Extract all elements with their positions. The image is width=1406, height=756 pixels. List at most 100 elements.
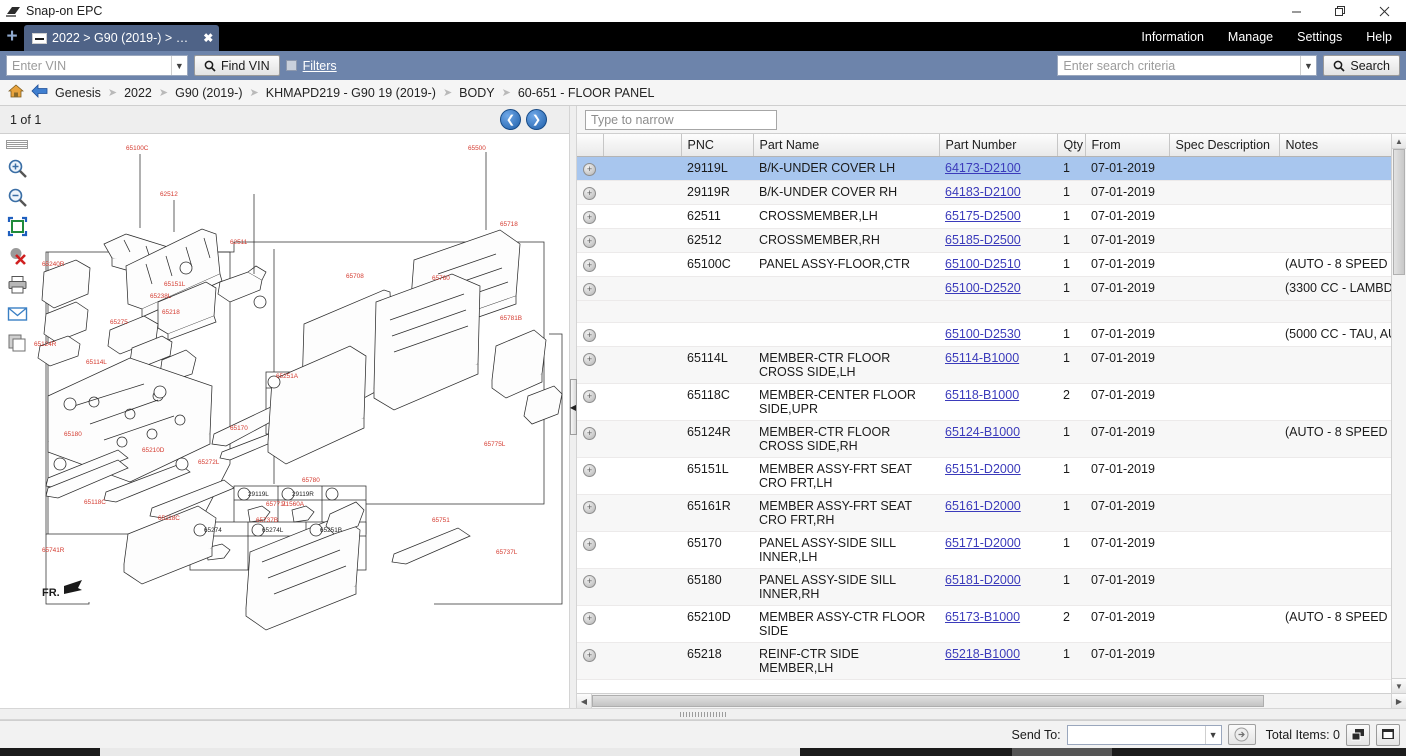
part-number-link[interactable]: 65151-D2000: [945, 462, 1021, 476]
row-part-number[interactable]: 65173-B1000: [939, 605, 1057, 642]
tab-catalog[interactable]: 2022 > G90 (2019-) > … ✖: [24, 25, 219, 51]
hscroll-thumb[interactable]: [592, 695, 1264, 707]
part-number-link[interactable]: 65161-D2000: [945, 499, 1021, 513]
row-part-number[interactable]: 65100-D2530: [939, 322, 1057, 346]
search-button[interactable]: Search: [1323, 55, 1400, 76]
row-part-number[interactable]: 65185-D2500: [939, 228, 1057, 252]
expand-row-icon[interactable]: +: [583, 353, 596, 366]
row-expand-cell[interactable]: +: [577, 252, 603, 276]
new-tab-button[interactable]: +: [0, 22, 24, 51]
zoom-out-icon[interactable]: [4, 185, 30, 210]
table-row[interactable]: +62511CROSSMEMBER,LH65175-D2500107-01-20…: [577, 204, 1391, 228]
table-row[interactable]: +62512CROSSMEMBER,RH65185-D2500107-01-20…: [577, 228, 1391, 252]
table-row[interactable]: +29119RB/K-UNDER COVER RH64183-D2100107-…: [577, 180, 1391, 204]
send-to-input[interactable]: [1068, 726, 1205, 744]
scroll-right-arrow-icon[interactable]: ▶: [1391, 694, 1406, 708]
part-number-link[interactable]: 64183-D2100: [945, 185, 1021, 199]
bottom-splitter[interactable]: [0, 708, 1406, 720]
chevron-down-icon[interactable]: ▼: [171, 56, 187, 75]
table-row[interactable]: +65151LMEMBER ASSY-FRT SEAT CRO FRT,LH65…: [577, 457, 1391, 494]
breadcrumb-item-model[interactable]: G90 (2019-): [175, 86, 242, 100]
breadcrumb-item-group[interactable]: BODY: [459, 86, 494, 100]
maximize-panel-icon[interactable]: [1376, 724, 1400, 746]
row-expand-cell[interactable]: +: [577, 457, 603, 494]
col-part-name[interactable]: Part Name: [753, 134, 939, 156]
previous-arrow-icon[interactable]: ❮: [500, 109, 521, 130]
part-number-link[interactable]: 64173-D2100: [945, 161, 1021, 175]
part-number-link[interactable]: 65124-B1000: [945, 425, 1020, 439]
table-row[interactable]: +65210DMEMBER ASSY-CTR FLOOR SIDE65173-B…: [577, 605, 1391, 642]
expand-row-icon[interactable]: +: [583, 283, 596, 296]
bottom-splitter-grip[interactable]: [680, 712, 726, 717]
cascade-windows-icon[interactable]: [1346, 724, 1370, 746]
row-part-number[interactable]: 65175-D2500: [939, 204, 1057, 228]
hscroll-track[interactable]: [592, 694, 1391, 708]
email-icon[interactable]: [4, 301, 30, 326]
part-number-link[interactable]: 65181-D2000: [945, 573, 1021, 587]
scroll-track[interactable]: [1392, 149, 1406, 678]
row-part-number[interactable]: 64173-D2100: [939, 156, 1057, 180]
pane-splitter[interactable]: ◀: [569, 106, 577, 708]
vin-combo[interactable]: ▼: [6, 55, 188, 76]
col-qty[interactable]: Qty: [1057, 134, 1085, 156]
menu-item-help[interactable]: Help: [1366, 30, 1392, 44]
home-icon[interactable]: [8, 84, 24, 101]
row-expand-cell[interactable]: +: [577, 568, 603, 605]
menu-item-manage[interactable]: Manage: [1228, 30, 1273, 44]
row-part-number[interactable]: 65124-B1000: [939, 420, 1057, 457]
row-expand-cell[interactable]: +: [577, 228, 603, 252]
row-expand-cell[interactable]: +: [577, 346, 603, 383]
row-expand-cell[interactable]: +: [577, 605, 603, 642]
filters-link[interactable]: Filters: [303, 59, 337, 73]
row-part-number[interactable]: 65171-D2000: [939, 531, 1057, 568]
narrow-input[interactable]: [585, 110, 777, 130]
table-row[interactable]: +65118CMEMBER-CENTER FLOOR SIDE,UPR65118…: [577, 383, 1391, 420]
menu-item-settings[interactable]: Settings: [1297, 30, 1342, 44]
row-part-number[interactable]: 65100-D2520: [939, 276, 1057, 300]
row-expand-cell[interactable]: +: [577, 322, 603, 346]
chevron-down-icon[interactable]: ▼: [1205, 726, 1221, 744]
search-combo[interactable]: ▼: [1057, 55, 1317, 76]
row-part-number[interactable]: 65100-D2510: [939, 252, 1057, 276]
zoom-in-icon[interactable]: [4, 156, 30, 181]
row-part-number[interactable]: 65151-D2000: [939, 457, 1057, 494]
part-number-link[interactable]: 65173-B1000: [945, 610, 1020, 624]
breadcrumb-item-illustration[interactable]: 60-651 - FLOOR PANEL: [518, 86, 655, 100]
tab-close-icon[interactable]: ✖: [193, 31, 213, 45]
expand-row-icon[interactable]: +: [583, 329, 596, 342]
row-part-number[interactable]: 65114-B1000: [939, 346, 1057, 383]
close-button[interactable]: [1362, 0, 1406, 22]
col-part-number[interactable]: Part Number: [939, 134, 1057, 156]
table-row[interactable]: +29119LB/K-UNDER COVER LH64173-D2100107-…: [577, 156, 1391, 180]
row-expand-cell[interactable]: +: [577, 156, 603, 180]
expand-row-icon[interactable]: +: [583, 390, 596, 403]
breadcrumb-item-vehicle[interactable]: KHMAPD219 - G90 19 (2019-): [266, 86, 436, 100]
col-notes[interactable]: Notes: [1279, 134, 1391, 156]
part-number-link[interactable]: 65175-D2500: [945, 209, 1021, 223]
table-horizontal-scrollbar[interactable]: ◀ ▶: [577, 693, 1406, 708]
col-from[interactable]: From: [1085, 134, 1169, 156]
row-expand-cell[interactable]: +: [577, 383, 603, 420]
row-expand-cell[interactable]: +: [577, 276, 603, 300]
row-part-number[interactable]: 65161-D2000: [939, 494, 1057, 531]
part-number-link[interactable]: 65114-B1000: [945, 351, 1019, 365]
vin-input[interactable]: [7, 56, 171, 75]
part-number-link[interactable]: 65100-D2530: [945, 327, 1021, 341]
go-arrow-icon[interactable]: [1228, 724, 1256, 745]
row-expand-cell[interactable]: +: [577, 494, 603, 531]
expand-row-icon[interactable]: +: [583, 211, 596, 224]
filters-checkbox[interactable]: [286, 60, 297, 71]
row-expand-cell[interactable]: +: [577, 642, 603, 679]
expand-row-icon[interactable]: +: [583, 235, 596, 248]
row-expand-cell[interactable]: +: [577, 204, 603, 228]
expand-row-icon[interactable]: +: [583, 612, 596, 625]
table-row[interactable]: +65100-D2530107-01-2019(5000 CC - TAU, A…: [577, 322, 1391, 346]
expand-row-icon[interactable]: +: [583, 464, 596, 477]
scroll-thumb[interactable]: [1393, 149, 1405, 275]
expand-row-icon[interactable]: +: [583, 538, 596, 551]
parts-illustration[interactable]: 65100C 62512 62511 65151L 65240R 65238L …: [34, 134, 569, 708]
expand-row-icon[interactable]: +: [583, 259, 596, 272]
table-row[interactable]: +65100-D2520107-01-2019(3300 CC - LAMBDA…: [577, 276, 1391, 300]
search-input[interactable]: [1058, 56, 1299, 75]
row-part-number[interactable]: 65118-B1000: [939, 383, 1057, 420]
